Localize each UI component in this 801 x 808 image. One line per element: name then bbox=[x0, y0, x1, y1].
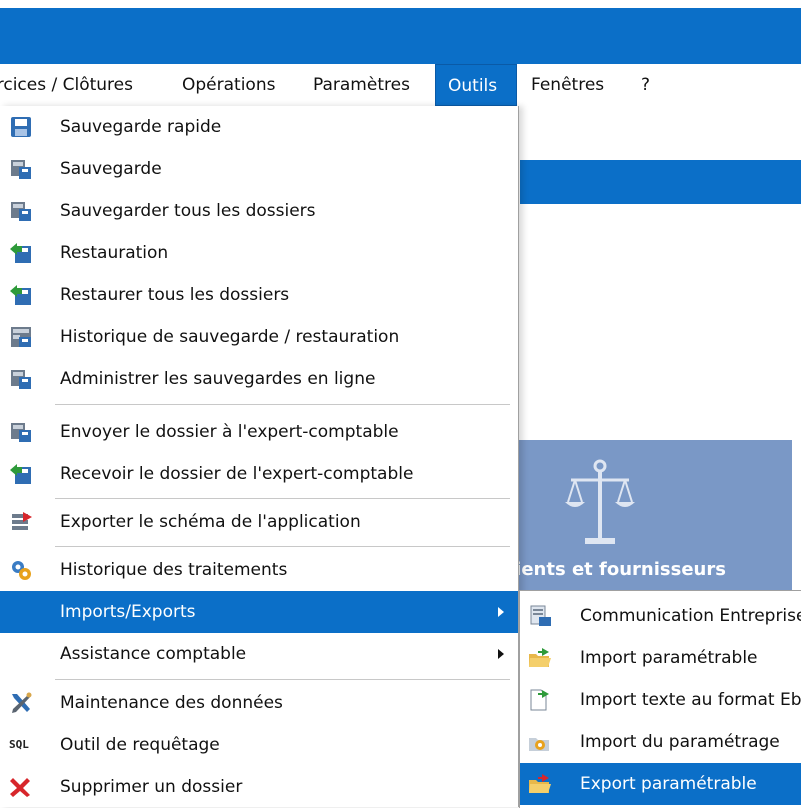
submenu-arrow-icon bbox=[498, 649, 504, 659]
menu-item-exporter-schema[interactable]: Exporter le schéma de l'application bbox=[0, 501, 518, 543]
menu-separator bbox=[55, 404, 510, 405]
menu-item-sauvegarde-rapide[interactable]: Sauvegarde rapide bbox=[0, 106, 518, 148]
menu-item-label: Exporter le schéma de l'application bbox=[60, 512, 361, 532]
menu-item-label: Historique des traitements bbox=[60, 560, 288, 580]
delete-icon bbox=[10, 778, 30, 797]
menu-item-supprimer-dossier[interactable]: Supprimer un dossier bbox=[0, 766, 518, 808]
menu-item-sauvegarde[interactable]: Sauvegarde bbox=[0, 148, 518, 190]
menu-item-restaurer-tous[interactable]: Restaurer tous les dossiers bbox=[0, 274, 518, 316]
restore-all-icon bbox=[10, 285, 31, 305]
backup-history-icon bbox=[11, 327, 31, 347]
menu-item-label: Imports/Exports bbox=[60, 602, 196, 622]
send-folder-icon bbox=[11, 423, 31, 442]
submenu-item-label: Import paramétrable bbox=[580, 648, 758, 668]
save-floppy-icon bbox=[11, 117, 31, 137]
menu-item-historique-traitements[interactable]: Historique des traitements bbox=[0, 549, 518, 591]
menu-item-label: Assistance comptable bbox=[60, 644, 247, 664]
receive-folder-icon bbox=[10, 464, 31, 484]
export-folder-icon bbox=[529, 774, 551, 793]
submenu-item-export-parametrable[interactable]: Export paramétrable bbox=[520, 763, 801, 805]
menu-item-envoyer-dossier[interactable]: Envoyer le dossier à l'expert-comptable bbox=[0, 411, 518, 453]
communication-icon bbox=[530, 605, 551, 626]
menu-item-historique-sauvegarde[interactable]: Historique de sauvegarde / restauration bbox=[0, 316, 518, 358]
menu-item-label: Envoyer le dossier à l'expert-comptable bbox=[60, 422, 399, 442]
outils-menu: Sauvegarde rapide Sauvegarde Sauvegarder… bbox=[0, 106, 519, 807]
menu-operations[interactable]: Opérations bbox=[182, 64, 275, 106]
import-settings-icon bbox=[529, 738, 549, 751]
menu-help[interactable]: ? bbox=[641, 64, 650, 106]
submenu-item-import-parametrage[interactable]: Import du paramétrage bbox=[520, 721, 801, 763]
import-text-icon bbox=[530, 689, 549, 711]
menu-item-restauration[interactable]: Restauration bbox=[0, 232, 518, 274]
scale-icon bbox=[565, 459, 635, 544]
save-disk-icon bbox=[11, 160, 31, 179]
menu-separator bbox=[55, 546, 510, 547]
menu-outils[interactable]: Outils bbox=[435, 64, 517, 106]
menu-item-label: Supprimer un dossier bbox=[60, 777, 243, 797]
menu-separator bbox=[55, 679, 510, 680]
menu-item-label: Outil de requêtage bbox=[60, 735, 220, 755]
online-backup-icon bbox=[11, 370, 31, 389]
gear-history-icon bbox=[12, 561, 31, 580]
submenu-item-label: Communication Entreprise bbox=[580, 606, 801, 626]
submenu-arrow-icon bbox=[498, 607, 504, 617]
menu-item-label: Recevoir le dossier de l'expert-comptabl… bbox=[60, 464, 414, 484]
submenu-item-import-parametrable[interactable]: Import paramétrable bbox=[520, 637, 801, 679]
menu-item-imports-exports[interactable]: Imports/Exports bbox=[0, 591, 518, 633]
menu-exercices-clotures[interactable]: Exercices / Clôtures bbox=[0, 64, 133, 106]
title-bar-fill bbox=[0, 8, 801, 64]
menu-item-label: Administrer les sauvegardes en ligne bbox=[60, 369, 376, 389]
menu-separator bbox=[55, 498, 510, 499]
tile-label: Relations clients et fournisseurs bbox=[517, 559, 726, 580]
import-folder-icon bbox=[529, 648, 551, 667]
menu-fenetres[interactable]: Fenêtres bbox=[531, 64, 604, 106]
imports-exports-submenu: Communication Entreprise Import paramétr… bbox=[519, 590, 801, 808]
menu-item-recevoir-dossier[interactable]: Recevoir le dossier de l'expert-comptabl… bbox=[0, 453, 518, 495]
submenu-item-import-texte[interactable]: Import texte au format Ebp bbox=[520, 679, 801, 721]
save-all-icon bbox=[11, 202, 31, 221]
menu-parametres[interactable]: Paramètres bbox=[313, 64, 410, 106]
menu-item-label: Sauvegarder tous les dossiers bbox=[60, 201, 316, 221]
submenu-item-label: Import du paramétrage bbox=[580, 732, 780, 752]
tools-icon bbox=[12, 692, 32, 713]
menu-item-label: Restaurer tous les dossiers bbox=[60, 285, 290, 305]
menu-item-outil-requetage[interactable]: SQL Outil de requêtage bbox=[0, 724, 518, 766]
menu-item-label: Maintenance des données bbox=[60, 693, 283, 713]
menu-item-label: Restauration bbox=[60, 243, 169, 263]
menu-item-maintenance-donnees[interactable]: Maintenance des données bbox=[0, 682, 518, 724]
export-schema-icon bbox=[12, 512, 32, 530]
menu-item-label: Sauvegarde bbox=[60, 159, 162, 179]
menu-item-assistance-comptable[interactable]: Assistance comptable bbox=[0, 633, 518, 675]
background-header-band bbox=[520, 160, 801, 204]
submenu-item-communication[interactable]: Communication Entreprise bbox=[520, 595, 801, 637]
sql-icon: SQL bbox=[9, 738, 29, 751]
submenu-item-label: Import texte au format Ebp bbox=[580, 690, 801, 710]
menu-bar-clip: Exercices / Clôtures bbox=[0, 64, 170, 106]
menu-item-sauvegarder-tous[interactable]: Sauvegarder tous les dossiers bbox=[0, 190, 518, 232]
menu-item-administrer-sauvegardes[interactable]: Administrer les sauvegardes en ligne bbox=[0, 358, 518, 400]
dashboard-tile[interactable]: Relations clients et fournisseurs bbox=[517, 440, 792, 594]
restore-icon bbox=[10, 243, 31, 263]
submenu-item-label: Export paramétrable bbox=[580, 774, 757, 794]
menu-bar: Exercices / Clôtures Opérations Paramètr… bbox=[0, 64, 801, 106]
menu-item-label: Sauvegarde rapide bbox=[60, 117, 222, 137]
menu-item-label: Historique de sauvegarde / restauration bbox=[60, 327, 400, 347]
